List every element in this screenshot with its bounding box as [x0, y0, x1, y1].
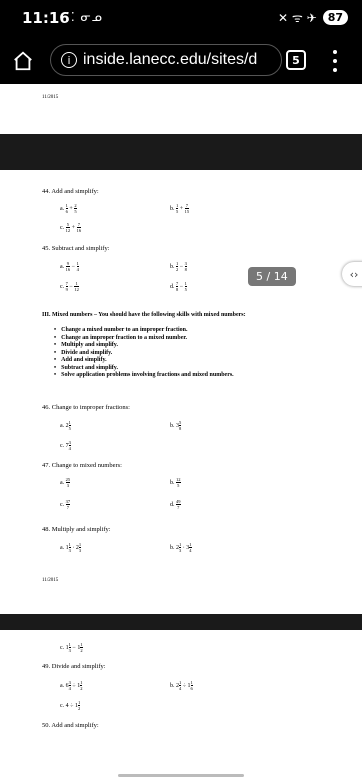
- q45-b: b. 12 − 38: [170, 261, 187, 272]
- page-gap: [0, 134, 362, 170]
- status-right: ✕ ᯤ ✈ 87: [278, 9, 348, 26]
- q48-title: 48. Multiply and simplify:: [42, 526, 111, 533]
- pdf-page-main: 44. Add and simplify: a. 16 + 25 b. 15 +…: [0, 170, 362, 614]
- q47-title: 47. Change to mixed numbers:: [42, 462, 122, 469]
- q48-c: c. 113 − 112: [60, 642, 83, 653]
- page-indicator: 5 / 14: [248, 267, 296, 286]
- skill-item: Change an improper fraction to a mixed n…: [54, 335, 187, 341]
- q47-b: b. 12 5: [170, 477, 181, 488]
- battery-icon: 87: [322, 10, 348, 25]
- pdf-page-next: c. 113 − 112 49. Divide and simplify: a.…: [0, 630, 362, 784]
- notification-icons: ⁚⁚ ᓂᓄ: [66, 10, 103, 24]
- q49-b: b. 214 ÷ 116: [170, 680, 193, 691]
- skill-item: Change a mixed number to an improper fra…: [54, 327, 187, 333]
- q44-b: b. 15 + 7 15: [170, 203, 190, 214]
- skill-item: Subtract and simplify.: [54, 365, 118, 371]
- q48-b: b. 213 · 314: [170, 542, 192, 553]
- skill-item: Divide and simplify.: [54, 350, 112, 356]
- page-gap: [0, 614, 362, 630]
- q46-b: b. 358: [170, 420, 182, 431]
- q49-title: 49. Divide and simplify:: [42, 663, 106, 670]
- status-bar: 11:16 ⁚⁚ ᓂᓄ ✕ ᯤ ✈ 87: [0, 0, 362, 38]
- q46-title: 46. Change to improper fractions:: [42, 404, 130, 411]
- q44-title: 44. Add and simplify:: [42, 188, 99, 195]
- q46-a: a. 215: [60, 420, 71, 431]
- skill-item: Multiply and simplify.: [54, 342, 118, 348]
- skill-item: Add and simplify.: [54, 357, 107, 363]
- q44-c: c. 5 12 + 7 16: [60, 222, 82, 233]
- signal-icons: ✕ ᯤ ✈: [277, 11, 317, 25]
- info-icon[interactable]: i: [61, 52, 77, 68]
- tab-switcher-button[interactable]: 5: [286, 50, 306, 70]
- address-bar[interactable]: i inside.lanecc.edu/sites/d: [50, 44, 282, 76]
- section3-title: III. Mixed numbers – You should have the…: [42, 312, 246, 318]
- q46-c: c. 734: [60, 440, 71, 451]
- q47-d: d. 49 7: [170, 499, 181, 510]
- page-date: 11/2015: [42, 578, 59, 583]
- pdf-page-top: 11/2015: [0, 84, 362, 134]
- q45-c: c. 79 − 1 12: [60, 281, 79, 292]
- url-text: inside.lanecc.edu/sites/d: [83, 51, 258, 68]
- q45-a: a. 9 16 − 14: [60, 261, 79, 272]
- q45-title: 45. Subtract and simplify:: [42, 245, 110, 252]
- gesture-nav-bar[interactable]: [118, 774, 244, 777]
- q47-c: c. 37 7: [60, 499, 71, 510]
- q45-d: d. 78 − 15: [170, 281, 187, 292]
- overflow-menu-icon[interactable]: [332, 50, 338, 72]
- browser-toolbar: i inside.lanecc.edu/sites/d 5: [0, 38, 362, 84]
- skill-item: Solve application problems involving fra…: [54, 372, 234, 378]
- q49-c: c. 4 ÷ 112: [60, 700, 81, 711]
- home-icon[interactable]: [12, 50, 34, 72]
- status-time: 11:16: [22, 9, 70, 27]
- fast-scroll-handle[interactable]: ‹›: [342, 262, 362, 286]
- q49-a: a. 634 ÷ 112: [60, 680, 83, 691]
- q47-a: a. 25 3: [60, 477, 71, 488]
- q48-a: a. 113 · 213: [60, 542, 82, 553]
- page-date: 11/2015: [42, 95, 59, 100]
- q50-title: 50. Add and simplify:: [42, 722, 99, 729]
- q44-a: a. 16 + 25: [60, 203, 77, 214]
